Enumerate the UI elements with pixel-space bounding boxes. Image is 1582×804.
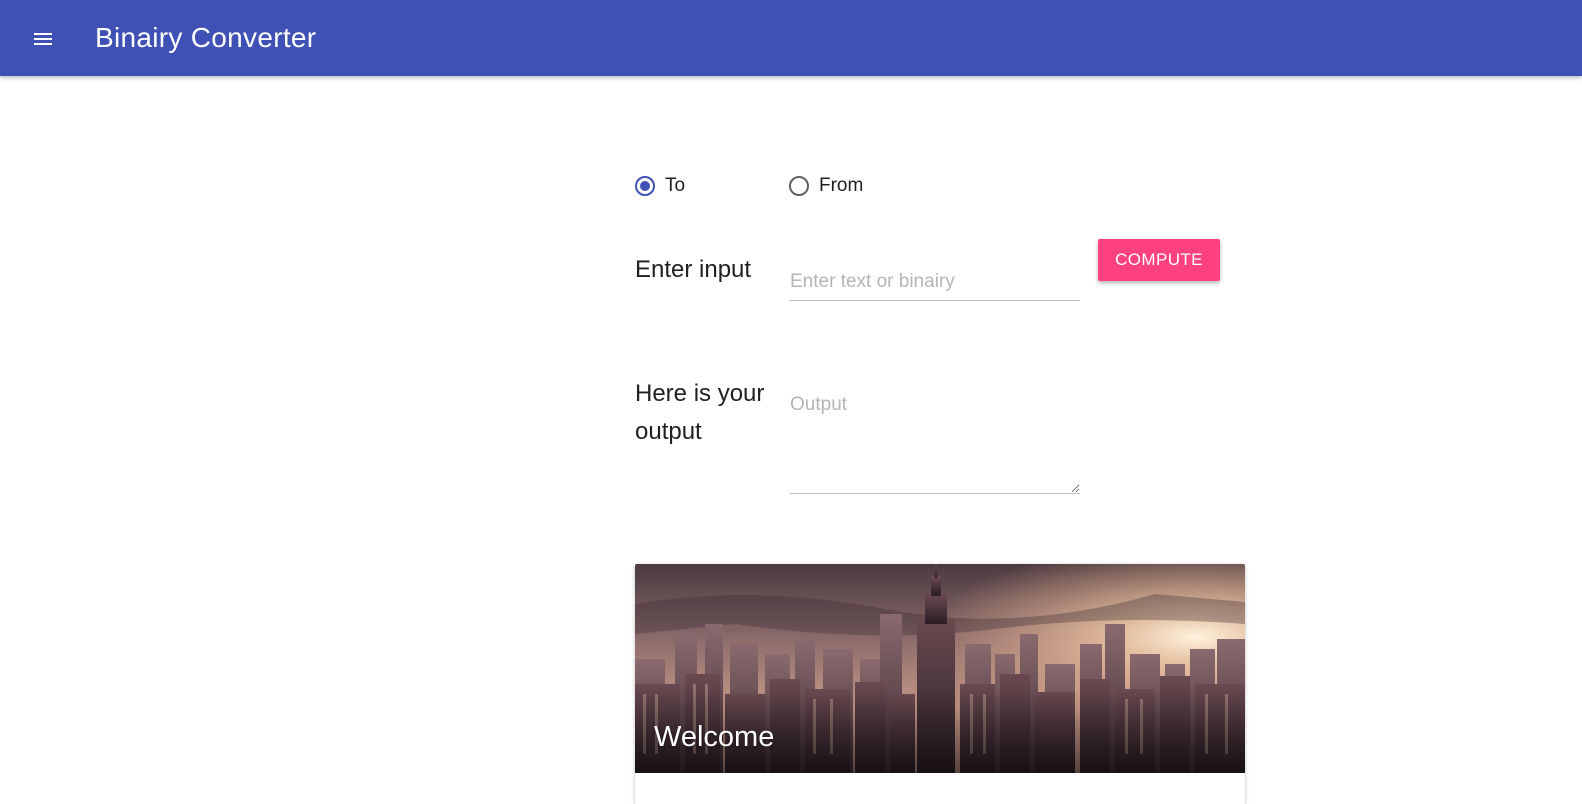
output-label-line1: Here is your — [635, 380, 765, 407]
output-label-line2: output — [635, 418, 702, 445]
radio-from-label: From — [819, 175, 864, 196]
output-textarea[interactable] — [790, 389, 1080, 494]
hamburger-menu-icon[interactable] — [28, 24, 58, 54]
radio-from[interactable]: From — [789, 175, 863, 197]
radio-to[interactable]: To — [635, 175, 685, 197]
compute-button[interactable]: COMPUTE — [1098, 239, 1220, 281]
app-bar: Binairy Converter — [0, 0, 1582, 76]
city-skyline-image: Welcome — [635, 564, 1245, 773]
welcome-card: Welcome — [635, 564, 1245, 804]
app-title: Binairy Converter — [95, 22, 317, 53]
output-label: Here is your output — [635, 375, 764, 451]
text-or-binary-input[interactable] — [790, 264, 1080, 301]
radio-checked-icon[interactable] — [635, 176, 655, 196]
radio-unchecked-icon[interactable] — [789, 176, 809, 196]
input-label: Enter input — [635, 256, 752, 283]
radio-to-label: To — [665, 175, 686, 196]
card-title: Welcome — [654, 721, 775, 753]
